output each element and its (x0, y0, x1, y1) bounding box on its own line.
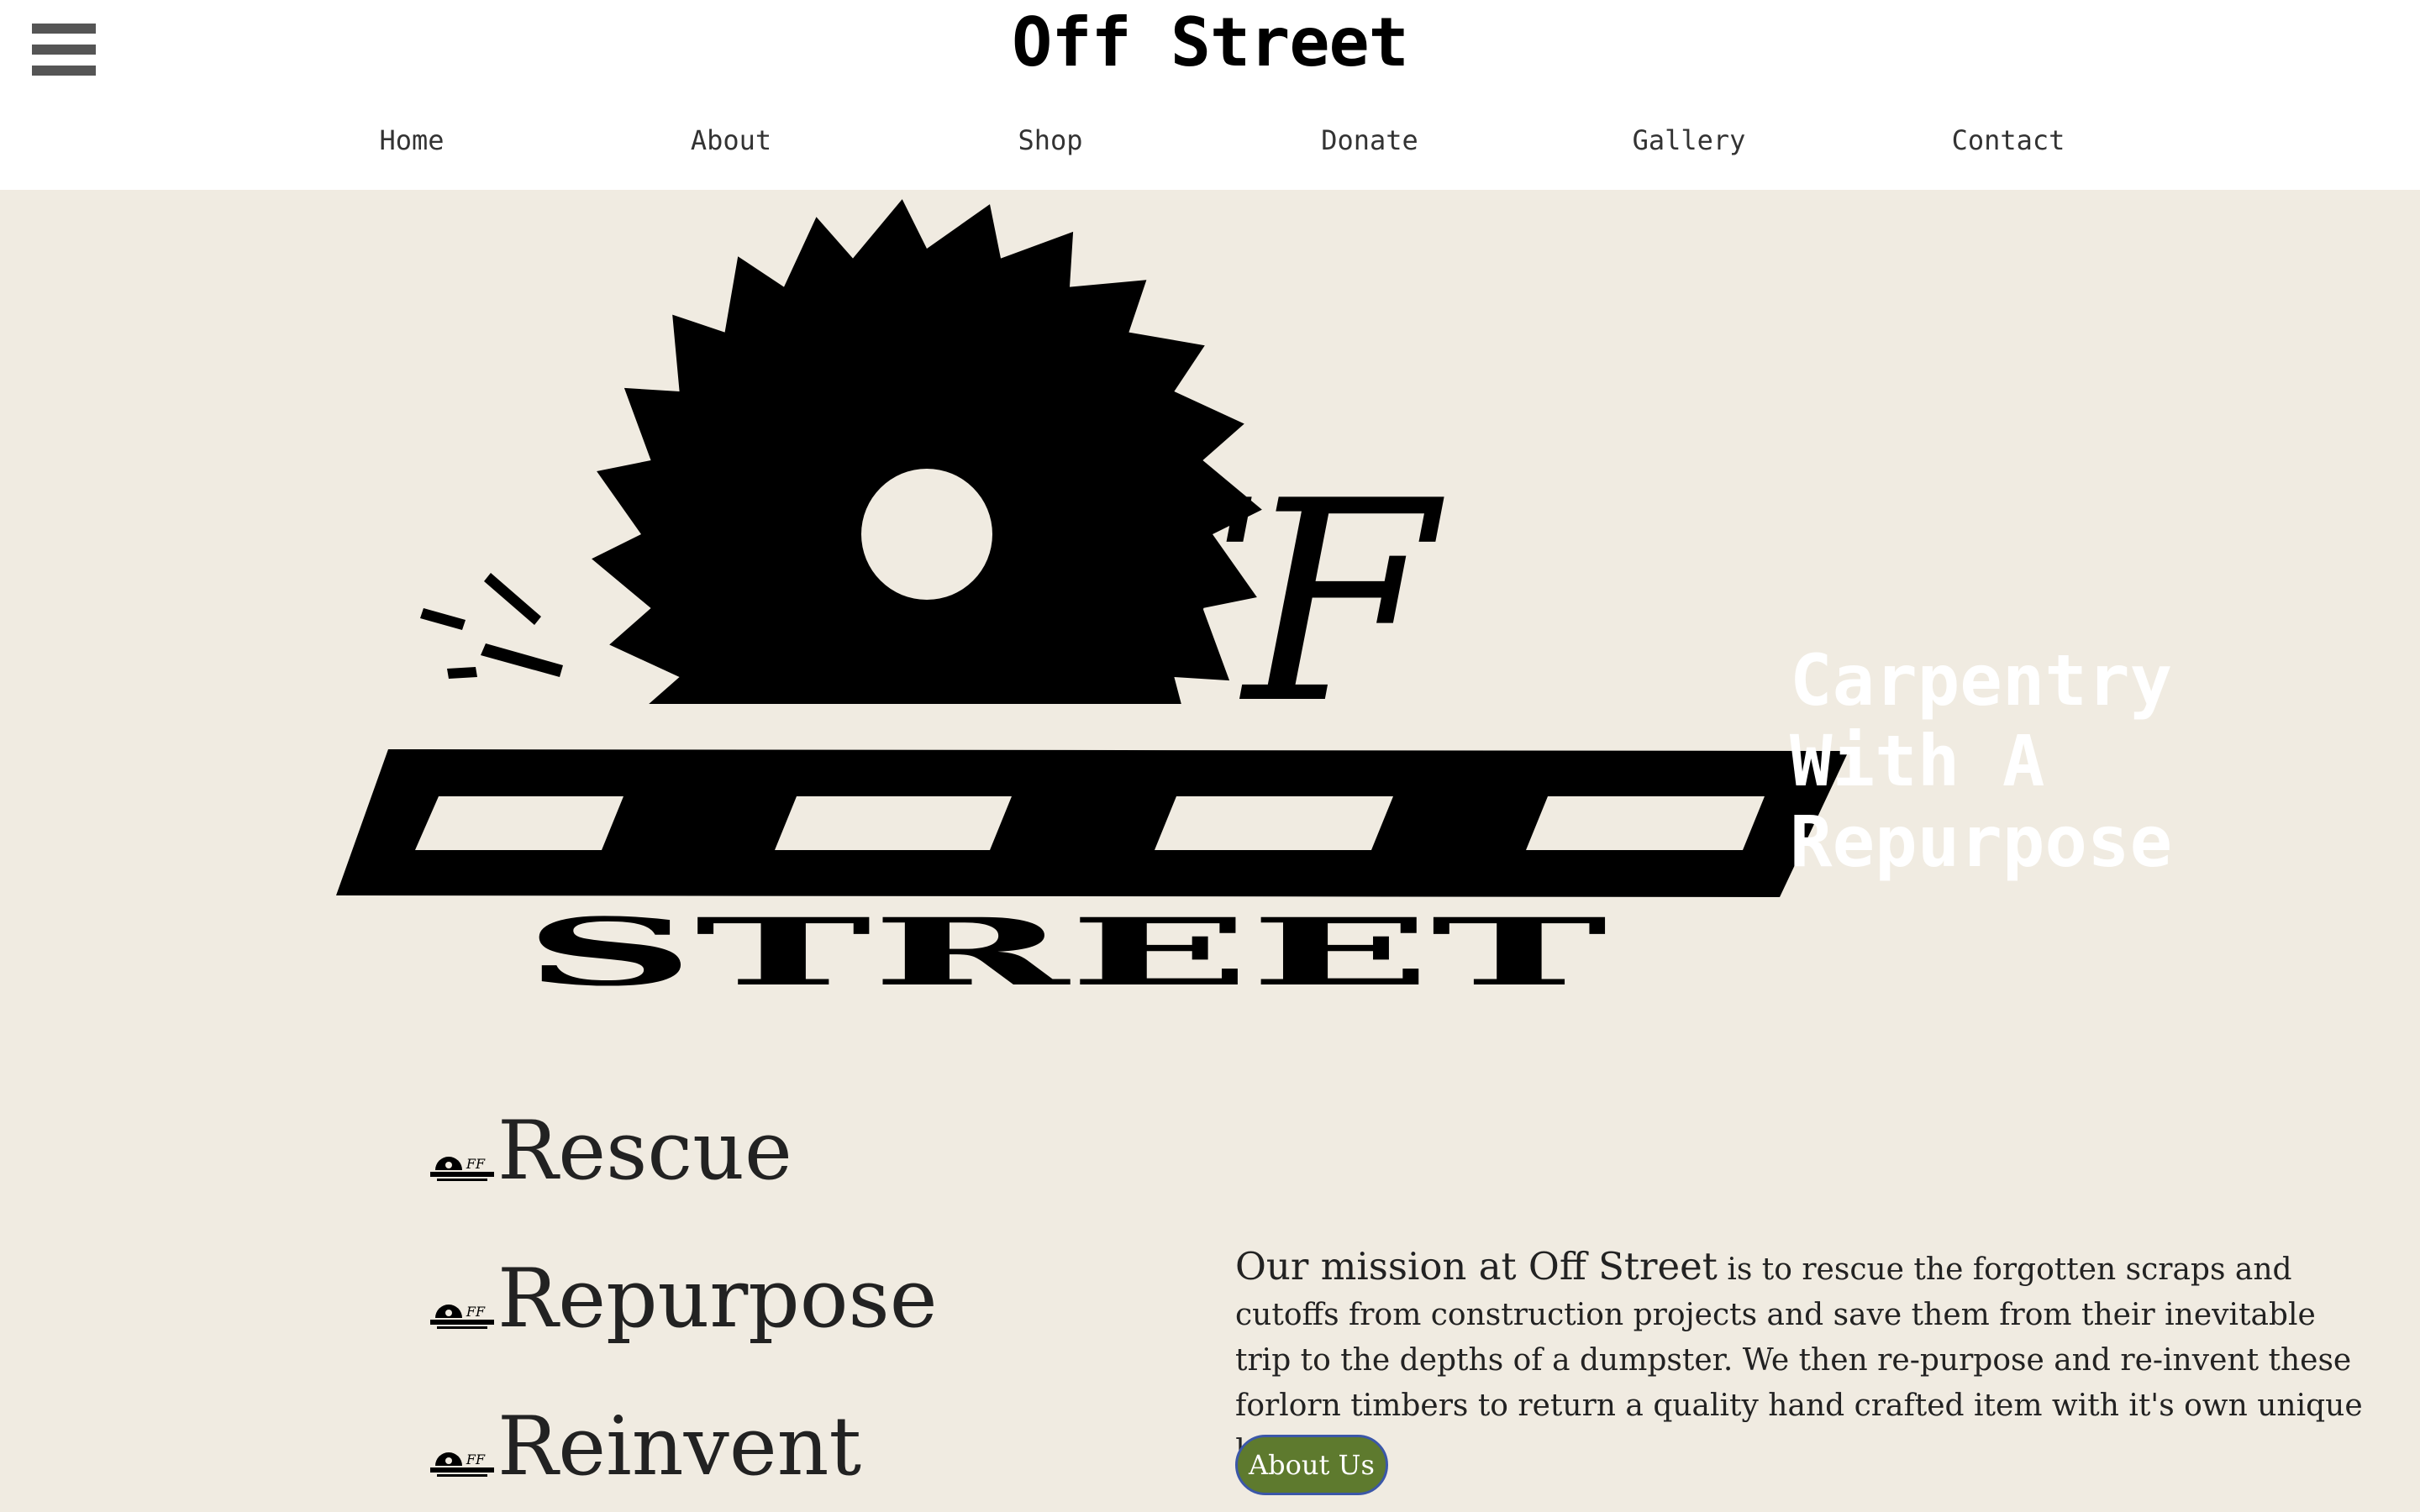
site-header: Off Street Home About Shop Donate Galler… (0, 0, 2420, 190)
site-title[interactable]: Off Street (0, 3, 2420, 81)
svg-text:FF: FF (466, 1304, 486, 1320)
list-item: FF Rescue (429, 1105, 792, 1197)
nav-item-donate[interactable]: Donate (1321, 124, 1418, 156)
svg-text:FF: FF (466, 1452, 486, 1467)
off-street-mini-logo-icon: FF (430, 1156, 494, 1181)
tagline-line: With A (1790, 720, 2045, 802)
sawdust-marks (420, 573, 563, 679)
off-street-mini-logo-icon: FF (430, 1304, 494, 1329)
about-us-button[interactable]: About Us (1235, 1435, 1388, 1495)
svg-text:FF: FF (466, 1156, 486, 1172)
off-street-logo: FF STREET (336, 199, 1849, 996)
value-label: Repurpose (497, 1252, 938, 1346)
off-street-mini-logo-icon: FF (430, 1452, 494, 1477)
list-item: FF Repurpose (429, 1252, 938, 1345)
mission-statement: Our mission at Off Street is to rescue t… (1235, 1244, 2378, 1474)
main-nav: Home About Shop Donate Gallery Contact (0, 124, 2420, 161)
logo-street-text: STREET (523, 898, 1607, 996)
nav-item-shop[interactable]: Shop (1018, 124, 1082, 156)
value-label: Reinvent (497, 1399, 862, 1494)
tagline-line: Carpentry (1790, 639, 2173, 722)
nav-item-home[interactable]: Home (379, 124, 444, 156)
nav-item-about[interactable]: About (691, 124, 771, 156)
value-label: Rescue (497, 1104, 792, 1198)
hero-tagline: Carpentry With A Repurpose (1790, 640, 2260, 882)
mission-lead: Our mission at Off Street (1235, 1244, 1718, 1289)
tagline-line: Repurpose (1790, 801, 2173, 883)
logo-ff-text: FF (1047, 442, 1447, 764)
list-item: FF Reinvent (429, 1400, 861, 1493)
nav-item-contact[interactable]: Contact (1952, 124, 2065, 156)
nav-item-gallery[interactable]: Gallery (1633, 124, 1746, 156)
